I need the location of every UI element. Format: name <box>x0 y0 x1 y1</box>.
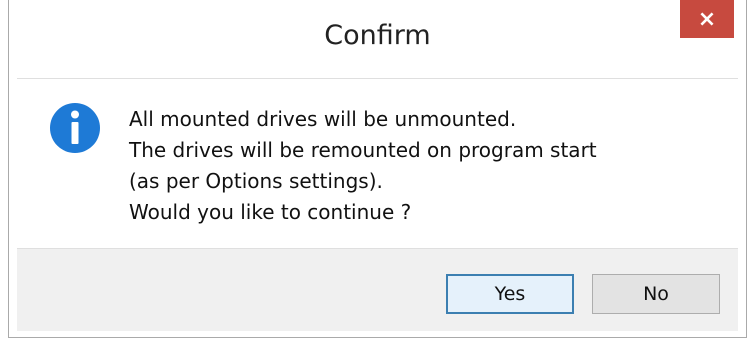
message-line: Would you like to continue ? <box>129 200 412 224</box>
info-icon <box>50 103 100 153</box>
yes-button[interactable]: Yes <box>446 274 574 314</box>
yes-button-label: Yes <box>494 283 526 305</box>
message-line: The drives will be remounted on program … <box>129 138 597 162</box>
confirm-dialog: Confirm × All mounted drives will be unm… <box>8 0 747 338</box>
dialog-title: Confirm <box>324 20 431 51</box>
no-button[interactable]: No <box>592 274 720 314</box>
message-text: All mounted drives will be unmounted. Th… <box>129 104 597 228</box>
no-button-label: No <box>643 283 669 305</box>
message-line: All mounted drives will be unmounted. <box>129 107 517 131</box>
title-bar[interactable]: Confirm × <box>9 0 746 78</box>
button-bar: Yes No <box>17 248 738 331</box>
screen: Confirm × All mounted drives will be unm… <box>0 0 747 345</box>
message-line: (as per Options settings). <box>129 169 383 193</box>
message-area: All mounted drives will be unmounted. Th… <box>17 78 738 249</box>
close-icon: × <box>697 6 717 32</box>
close-button[interactable]: × <box>680 0 734 38</box>
